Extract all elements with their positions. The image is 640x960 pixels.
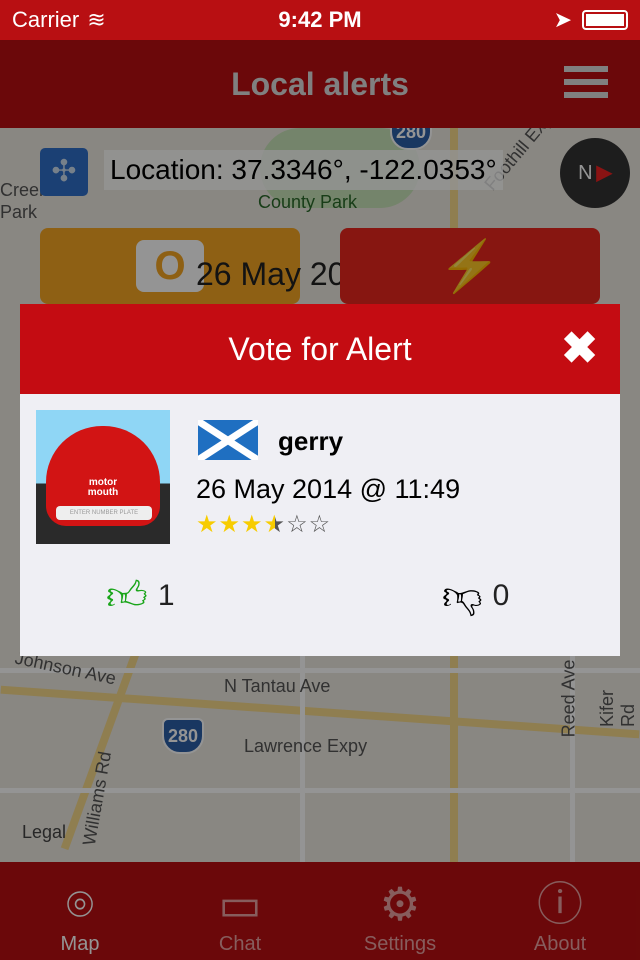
star-half-icon: ★ (263, 511, 287, 538)
vote-dialog: Vote for Alert ✖ motor mouth ENTER NUMBE… (20, 304, 620, 656)
thumbs-down-icon: 👎︎ (442, 574, 483, 618)
star-empty-icon: ☆☆ (286, 511, 332, 538)
upvote-count: 1 (157, 579, 175, 612)
thumbs-up-icon: 👍︎ (106, 574, 148, 618)
upvote-button[interactable]: 👍︎ 1 (106, 572, 175, 620)
dialog-header: Vote for Alert ✖ (20, 304, 620, 394)
status-bar: Carrier ≋ 9:42 PM ➤ (0, 0, 640, 40)
downvote-count: 0 (492, 579, 510, 612)
close-icon[interactable]: ✖ (561, 304, 598, 394)
username: gerry (278, 426, 344, 456)
alert-datetime: 26 May 2014 @ 11:49 (196, 474, 461, 504)
avatar-brand: motor mouth (87, 477, 119, 498)
dialog-title: Vote for Alert (228, 331, 412, 367)
avatar-plate: ENTER NUMBER PLATE (56, 506, 152, 520)
downvote-button[interactable]: 👎︎ 0 (442, 572, 509, 620)
avatar: motor mouth ENTER NUMBER PLATE (36, 410, 170, 544)
scotland-flag-icon (198, 420, 258, 460)
star-rating: ★★★★☆☆ (196, 510, 331, 539)
clock: 9:42 PM (278, 7, 362, 32)
star-full-icon: ★★★ (196, 511, 264, 538)
